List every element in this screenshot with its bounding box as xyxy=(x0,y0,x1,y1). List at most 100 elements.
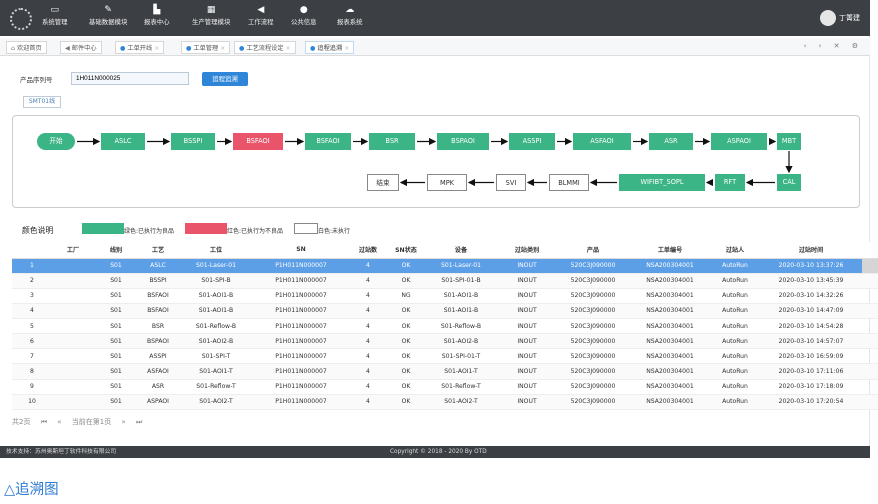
nav-item-1[interactable]: ✎ 基础数据模块 xyxy=(89,4,127,32)
detail-link[interactable]: 详情 xyxy=(862,363,878,380)
logo-icon xyxy=(10,8,32,30)
detail-link[interactable]: 详情 xyxy=(862,303,878,320)
close-icon[interactable]: × xyxy=(286,45,291,52)
detail-link[interactable]: 详情 xyxy=(862,318,878,335)
table-cell: INOUT xyxy=(498,258,556,274)
tab-5[interactable]: ● 追程追溯 × xyxy=(305,41,355,54)
tab-label: 工单开线 xyxy=(127,45,153,52)
table-cell xyxy=(52,394,94,411)
line-tab-smt01[interactable]: SMT01线 xyxy=(23,96,61,108)
last-page-icon[interactable]: ⏭ xyxy=(136,418,142,426)
column-header[interactable]: 过站人 xyxy=(710,242,760,259)
globe-icon: ● xyxy=(299,5,308,15)
trace-button[interactable]: 追程追溯 xyxy=(202,72,248,86)
tab-3[interactable]: ● 工单管理 × xyxy=(181,41,231,54)
table-cell: NG xyxy=(388,288,424,304)
column-header[interactable]: 工位 xyxy=(178,242,254,259)
column-header[interactable]: 工单编号 xyxy=(630,242,710,259)
detail-link[interactable]: 详情 xyxy=(862,273,878,289)
table-row[interactable]: 1 S01 ASLC S01-Laser-01 P1H011N000007 4 OK S01-… xyxy=(12,258,878,274)
product-sn-input[interactable] xyxy=(71,72,189,85)
user-menu[interactable]: 丁箐建 xyxy=(820,10,860,26)
nav-item-label: 公共信息 xyxy=(291,18,317,26)
flow-node-9[interactable]: ASR xyxy=(649,133,693,150)
column-header[interactable]: 设备 xyxy=(424,242,498,259)
column-header[interactable]: 详情 xyxy=(862,242,878,259)
chart-icon: ▙ xyxy=(153,5,161,15)
column-header[interactable]: 过站数 xyxy=(348,242,388,259)
tab-2[interactable]: ● 工单开线 × xyxy=(115,41,165,54)
column-header[interactable]: SN xyxy=(254,242,348,259)
flow-node-3[interactable]: BSFAOI xyxy=(233,133,283,150)
nav-item-0[interactable]: ▭ 系统管理 xyxy=(42,4,68,32)
flow-node-7[interactable]: ASSPI xyxy=(509,133,555,150)
table-cell: P1H011N000007 xyxy=(254,394,348,411)
nav-item-3[interactable]: ▦ 生产管理模块 xyxy=(192,4,230,32)
tab-controls[interactable]: ‹ › ✕ ⚙ xyxy=(804,42,863,50)
detail-link[interactable]: 详情 xyxy=(862,348,878,365)
prev-page-icon[interactable]: « xyxy=(57,418,61,426)
table-row[interactable]: 8 S01 ASFAOI S01-AOI1-T P1H011N000007 4 OK S01-… xyxy=(12,363,878,380)
table-row[interactable]: 7 S01 ASSPI S01-SPI-T P1H011N000007 4 OK S01-SP… xyxy=(12,348,878,365)
flow-node-13[interactable]: RFT xyxy=(715,174,745,191)
flow-node-5[interactable]: BSR xyxy=(369,133,415,150)
legend-swatch-0 xyxy=(82,223,124,234)
table-row[interactable]: 6 S01 BSPAOI S01-AOI2-B P1H011N000007 4 OK S01-… xyxy=(12,333,878,350)
close-icon[interactable]: × xyxy=(154,45,159,52)
table-cell: INOUT xyxy=(498,363,556,380)
tab-4[interactable]: ● 工艺流程设定 × xyxy=(234,41,296,54)
table-row[interactable]: 10 S01 ASPAOI S01-AOI2-T P1H011N000007 4 OK S01… xyxy=(12,394,878,411)
table-row[interactable]: 5 S01 BSR S01-Reflow-B P1H011N000007 4 OK S01-R… xyxy=(12,318,878,335)
table-row[interactable]: 4 S01 BSFAOI S01-AOI1-B P1H011N000007 4 OK S01-… xyxy=(12,303,878,320)
first-page-icon[interactable]: ⏮ xyxy=(41,418,47,426)
table-cell: ASPAOI xyxy=(138,394,178,411)
flow-node-0[interactable]: 开始 xyxy=(37,133,75,150)
table-row[interactable]: 2 S01 BSSPI S01-SPI-B P1H011N000007 4 OK S01-SP… xyxy=(12,273,878,289)
flow-node-17[interactable]: MPK xyxy=(427,174,467,191)
flow-node-15[interactable]: BLMMI xyxy=(549,174,589,191)
nav-item-label: 工作流程 xyxy=(248,18,274,26)
tab-1[interactable]: ◀ 邮件中心 xyxy=(60,41,102,54)
nav-item-5[interactable]: ● 公共信息 xyxy=(291,4,317,32)
table-row[interactable]: 3 S01 BSFAOI S01-AOI1-B P1H011N000007 4 NG S01-… xyxy=(12,288,878,304)
pager: 共2页 ⏮ « 当前在第1页 » ⏭ xyxy=(12,417,150,427)
monitor-icon: ▭ xyxy=(50,5,60,15)
column-header[interactable]: 工艺 xyxy=(138,242,178,259)
flow-node-4[interactable]: BSFAOI xyxy=(305,133,351,150)
detail-link[interactable]: 详情 xyxy=(862,258,878,274)
table-row[interactable]: 9 S01 ASR S01-Reflow-T P1H011N000007 4 OK S01-R… xyxy=(12,379,878,395)
table-cell: P1H011N000007 xyxy=(254,303,348,320)
flow-node-1[interactable]: ASLC xyxy=(101,133,145,150)
table-cell: 520C3J090000 xyxy=(556,258,630,274)
column-header[interactable]: 工厂 xyxy=(52,242,94,259)
nav-item-4[interactable]: ◀ 工作流程 xyxy=(248,4,274,32)
column-header[interactable]: 过站时间 xyxy=(760,242,862,259)
flow-node-10[interactable]: ASPAOI xyxy=(711,133,767,150)
column-header[interactable]: 线别 xyxy=(94,242,138,259)
flow-node-14[interactable]: WIFIBT_SOPL xyxy=(619,174,705,191)
nav-item-2[interactable]: ▙ 报表中心 xyxy=(144,4,170,32)
nav-item-6[interactable]: ☁ 报表系统 xyxy=(337,4,363,32)
flow-node-16[interactable]: SVI xyxy=(496,174,526,191)
column-header[interactable]: SN状态 xyxy=(388,242,424,259)
flow-node-12[interactable]: CAL xyxy=(777,174,801,191)
flow-node-6[interactable]: BSPAOI xyxy=(437,133,489,150)
flow-node-11[interactable]: MBT xyxy=(777,133,801,150)
column-header[interactable]: 过站类别 xyxy=(498,242,556,259)
flow-node-2[interactable]: BSSPI xyxy=(171,133,215,150)
table-cell: BSFAOI xyxy=(138,303,178,320)
column-header[interactable] xyxy=(12,242,52,259)
tab-0[interactable]: ⌂ 欢迎首页 xyxy=(6,41,47,54)
flow-node-18[interactable]: 结束 xyxy=(367,174,399,191)
table-cell: NSA200304001 xyxy=(630,394,710,411)
flow-node-8[interactable]: ASFAOI xyxy=(573,133,631,150)
column-header[interactable]: 产品 xyxy=(556,242,630,259)
detail-link[interactable]: 详情 xyxy=(862,288,878,304)
detail-link[interactable]: 详情 xyxy=(862,333,878,350)
detail-link[interactable]: 详情 xyxy=(862,394,878,411)
table-cell: S01 xyxy=(94,394,138,411)
close-icon[interactable]: × xyxy=(220,45,225,52)
next-page-icon[interactable]: » xyxy=(121,418,125,426)
detail-link[interactable]: 详情 xyxy=(862,379,878,395)
close-icon[interactable]: × xyxy=(344,45,349,52)
